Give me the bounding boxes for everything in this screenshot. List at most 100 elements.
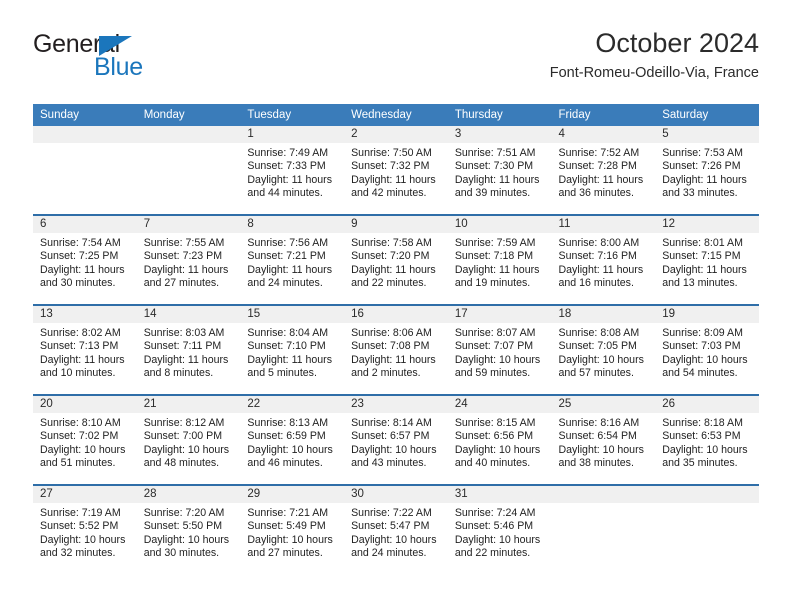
- sunset-text: Sunset: 6:54 PM: [558, 430, 637, 443]
- weekday-header-monday: Monday: [136, 104, 241, 126]
- sunset-text: Sunset: 7:20 PM: [351, 250, 430, 263]
- daylight-text-line1: Daylight: 11 hours: [351, 173, 436, 186]
- day-cell-inner: 5 Sunrise: 7:53 AM Sunset: 7:26 PM Daylight…: [655, 126, 759, 214]
- sunrise-text: Sunrise: 8:04 AM: [247, 327, 329, 339]
- calendar-day-cell[interactable]: 26 Sunrise: 8:18 AM Sunset: 6:53 PM Dayligh…: [655, 394, 759, 485]
- daylight-text-line2: and 51 minutes.: [40, 456, 116, 469]
- sunrise-text: Sunrise: 8:10 AM: [40, 417, 121, 429]
- day-sun-info: Sunrise: 7:49 AM Sunset: 7:33 PM Daylight:…: [240, 143, 344, 200]
- day-sun-info: Sunrise: 8:13 AM Sunset: 6:59 PM Daylight:…: [240, 413, 344, 470]
- day-number: 27: [33, 486, 137, 503]
- daylight-text-line2: and 39 minutes.: [454, 186, 531, 199]
- calendar-day-cell[interactable]: 14 Sunrise: 8:03 AM Sunset: 7:11 PM Dayligh…: [136, 304, 241, 395]
- day-cell-inner: 27 Sunrise: 7:19 AM Sunset: 5:52 PM Dayligh…: [33, 486, 137, 574]
- daylight-text-line2: and 13 minutes.: [662, 276, 738, 289]
- day-sun-info: Sunrise: 8:01 AM Sunset: 7:15 PM Daylight:…: [655, 233, 759, 290]
- daylight-text-line2: and 43 minutes.: [351, 456, 427, 469]
- calendar-day-cell[interactable]: 15 Sunrise: 8:04 AM Sunset: 7:10 PM Dayligh…: [240, 304, 345, 395]
- calendar-day-cell-empty: [33, 126, 137, 215]
- day-number: [655, 486, 759, 503]
- calendar-day-cell[interactable]: 3 Sunrise: 7:51 AM Sunset: 7:30 PM Daylight…: [447, 126, 552, 215]
- calendar-day-cell[interactable]: 10 Sunrise: 7:59 AM Sunset: 7:18 PM Dayligh…: [447, 214, 552, 305]
- calendar-day-cell[interactable]: 2 Sunrise: 7:50 AM Sunset: 7:32 PM Daylight…: [344, 126, 448, 215]
- sunset-text: Sunset: 7:26 PM: [662, 160, 741, 173]
- calendar-day-cell[interactable]: 13 Sunrise: 8:02 AM Sunset: 7:13 PM Dayligh…: [33, 304, 137, 395]
- calendar-day-cell[interactable]: 19 Sunrise: 8:09 AM Sunset: 7:03 PM Dayligh…: [655, 304, 759, 395]
- daylight-text-line1: Daylight: 11 hours: [40, 353, 125, 366]
- day-cell-inner: 21 Sunrise: 8:12 AM Sunset: 7:00 PM Dayligh…: [136, 396, 241, 484]
- calendar-day-cell[interactable]: 27 Sunrise: 7:19 AM Sunset: 5:52 PM Dayligh…: [33, 484, 137, 574]
- calendar-day-cell[interactable]: 11 Sunrise: 8:00 AM Sunset: 7:16 PM Dayligh…: [551, 214, 656, 305]
- day-sun-info: Sunrise: 7:20 AM Sunset: 5:50 PM Daylight:…: [137, 503, 241, 560]
- daylight-text-line1: Daylight: 11 hours: [662, 263, 747, 276]
- sunset-text: Sunset: 7:18 PM: [454, 250, 534, 263]
- page-subtitle: Font-Romeu-Odeillo-Via, France: [549, 65, 759, 82]
- daylight-text-line1: Daylight: 11 hours: [454, 173, 540, 186]
- calendar-day-cell[interactable]: 23 Sunrise: 8:14 AM Sunset: 6:57 PM Dayligh…: [344, 394, 448, 485]
- sunrise-text: Sunrise: 7:24 AM: [454, 507, 536, 519]
- sunset-text: Sunset: 7:21 PM: [247, 250, 326, 263]
- calendar-week-row: 20 Sunrise: 8:10 AM Sunset: 7:02 PM Dayligh…: [33, 394, 759, 485]
- day-cell-inner: 31 Sunrise: 7:24 AM Sunset: 5:46 PM Dayligh…: [447, 486, 552, 574]
- calendar-day-cell[interactable]: 24 Sunrise: 8:15 AM Sunset: 6:56 PM Dayligh…: [447, 394, 552, 485]
- day-cell-inner: 12 Sunrise: 8:01 AM Sunset: 7:15 PM Dayligh…: [655, 216, 759, 304]
- daylight-text-line1: Daylight: 10 hours: [351, 443, 437, 456]
- sunrise-text: Sunrise: 8:16 AM: [558, 417, 640, 429]
- calendar-day-cell[interactable]: 9 Sunrise: 7:58 AM Sunset: 7:20 PM Daylight…: [344, 214, 448, 305]
- calendar-day-cell[interactable]: 21 Sunrise: 8:12 AM Sunset: 7:00 PM Dayligh…: [136, 394, 241, 485]
- day-sun-info: Sunrise: 7:54 AM Sunset: 7:25 PM Daylight:…: [33, 233, 137, 290]
- calendar-day-cell[interactable]: 18 Sunrise: 8:08 AM Sunset: 7:05 PM Dayligh…: [551, 304, 656, 395]
- day-number: 3: [447, 126, 552, 143]
- day-sun-info: Sunrise: 7:51 AM Sunset: 7:30 PM Daylight:…: [448, 143, 552, 200]
- general-blue-logo[interactable]: General Blue: [33, 32, 243, 88]
- day-cell-inner: 9 Sunrise: 7:58 AM Sunset: 7:20 PM Daylight…: [344, 216, 448, 304]
- daylight-text-line1: Daylight: 10 hours: [558, 353, 644, 366]
- calendar-day-cell[interactable]: 8 Sunrise: 7:56 AM Sunset: 7:21 PM Daylight…: [240, 214, 345, 305]
- calendar-day-cell[interactable]: 30 Sunrise: 7:22 AM Sunset: 5:47 PM Dayligh…: [344, 484, 448, 574]
- day-number: 20: [33, 396, 137, 413]
- sunrise-text: Sunrise: 8:14 AM: [351, 417, 432, 429]
- calendar-day-cell[interactable]: 16 Sunrise: 8:06 AM Sunset: 7:08 PM Dayligh…: [344, 304, 448, 395]
- daylight-text-line1: Daylight: 11 hours: [247, 263, 333, 276]
- calendar-day-cell[interactable]: 4 Sunrise: 7:52 AM Sunset: 7:28 PM Daylight…: [551, 126, 656, 215]
- calendar-table: Sunday Monday Tuesday Wednesday Thursday…: [33, 104, 759, 574]
- daylight-text-line1: Daylight: 10 hours: [662, 443, 748, 456]
- day-number: 18: [551, 306, 656, 323]
- sunrise-text: Sunrise: 7:50 AM: [351, 147, 432, 159]
- daylight-text-line1: Daylight: 10 hours: [454, 353, 541, 366]
- calendar-day-cell[interactable]: 7 Sunrise: 7:55 AM Sunset: 7:23 PM Daylight…: [136, 214, 241, 305]
- day-sun-info: Sunrise: 8:07 AM Sunset: 7:07 PM Daylight:…: [448, 323, 552, 380]
- day-cell-inner: 1 Sunrise: 7:49 AM Sunset: 7:33 PM Daylight…: [240, 126, 345, 214]
- calendar-day-cell[interactable]: 31 Sunrise: 7:24 AM Sunset: 5:46 PM Dayligh…: [447, 484, 552, 574]
- calendar-day-cell[interactable]: 28 Sunrise: 7:20 AM Sunset: 5:50 PM Dayligh…: [136, 484, 241, 574]
- calendar-day-cell[interactable]: 12 Sunrise: 8:01 AM Sunset: 7:15 PM Dayligh…: [655, 214, 759, 305]
- calendar-day-cell[interactable]: 5 Sunrise: 7:53 AM Sunset: 7:26 PM Daylight…: [655, 126, 759, 215]
- calendar-day-cell[interactable]: 22 Sunrise: 8:13 AM Sunset: 6:59 PM Dayligh…: [240, 394, 345, 485]
- day-sun-info: Sunrise: 8:15 AM Sunset: 6:56 PM Daylight:…: [448, 413, 552, 470]
- day-sun-info: Sunrise: 8:02 AM Sunset: 7:13 PM Daylight:…: [33, 323, 137, 380]
- sunrise-text: Sunrise: 8:18 AM: [662, 417, 743, 429]
- day-number: 24: [447, 396, 552, 413]
- weekday-header-thursday: Thursday: [447, 104, 552, 126]
- calendar-day-cell[interactable]: 29 Sunrise: 7:21 AM Sunset: 5:49 PM Dayligh…: [240, 484, 345, 574]
- daylight-text-line1: Daylight: 10 hours: [143, 533, 230, 546]
- calendar-day-cell[interactable]: 25 Sunrise: 8:16 AM Sunset: 6:54 PM Dayligh…: [551, 394, 656, 485]
- daylight-text-line1: Daylight: 11 hours: [247, 353, 333, 366]
- calendar-day-cell[interactable]: 6 Sunrise: 7:54 AM Sunset: 7:25 PM Daylight…: [33, 214, 137, 305]
- sunrise-text: Sunrise: 7:22 AM: [351, 507, 432, 519]
- calendar-day-cell-empty: [655, 484, 759, 574]
- calendar-day-cell[interactable]: 17 Sunrise: 8:07 AM Sunset: 7:07 PM Dayligh…: [447, 304, 552, 395]
- day-sun-info: Sunrise: 8:09 AM Sunset: 7:03 PM Daylight:…: [655, 323, 759, 380]
- daylight-text-line1: Daylight: 10 hours: [351, 533, 437, 546]
- daylight-text-line2: and 57 minutes.: [558, 366, 634, 379]
- sunset-text: Sunset: 5:52 PM: [40, 520, 119, 533]
- daylight-text-line1: Daylight: 10 hours: [454, 443, 541, 456]
- day-sun-info: Sunrise: 7:55 AM Sunset: 7:23 PM Daylight:…: [137, 233, 241, 290]
- calendar-day-cell[interactable]: 20 Sunrise: 8:10 AM Sunset: 7:02 PM Dayligh…: [33, 394, 137, 485]
- day-cell-inner: [136, 126, 241, 214]
- weekday-header-friday: Friday: [551, 104, 656, 126]
- sunset-text: Sunset: 7:08 PM: [351, 340, 430, 353]
- calendar-day-cell[interactable]: 1 Sunrise: 7:49 AM Sunset: 7:33 PM Daylight…: [240, 126, 345, 215]
- sunset-text: Sunset: 7:30 PM: [454, 160, 534, 173]
- daylight-text-line2: and 38 minutes.: [558, 456, 634, 469]
